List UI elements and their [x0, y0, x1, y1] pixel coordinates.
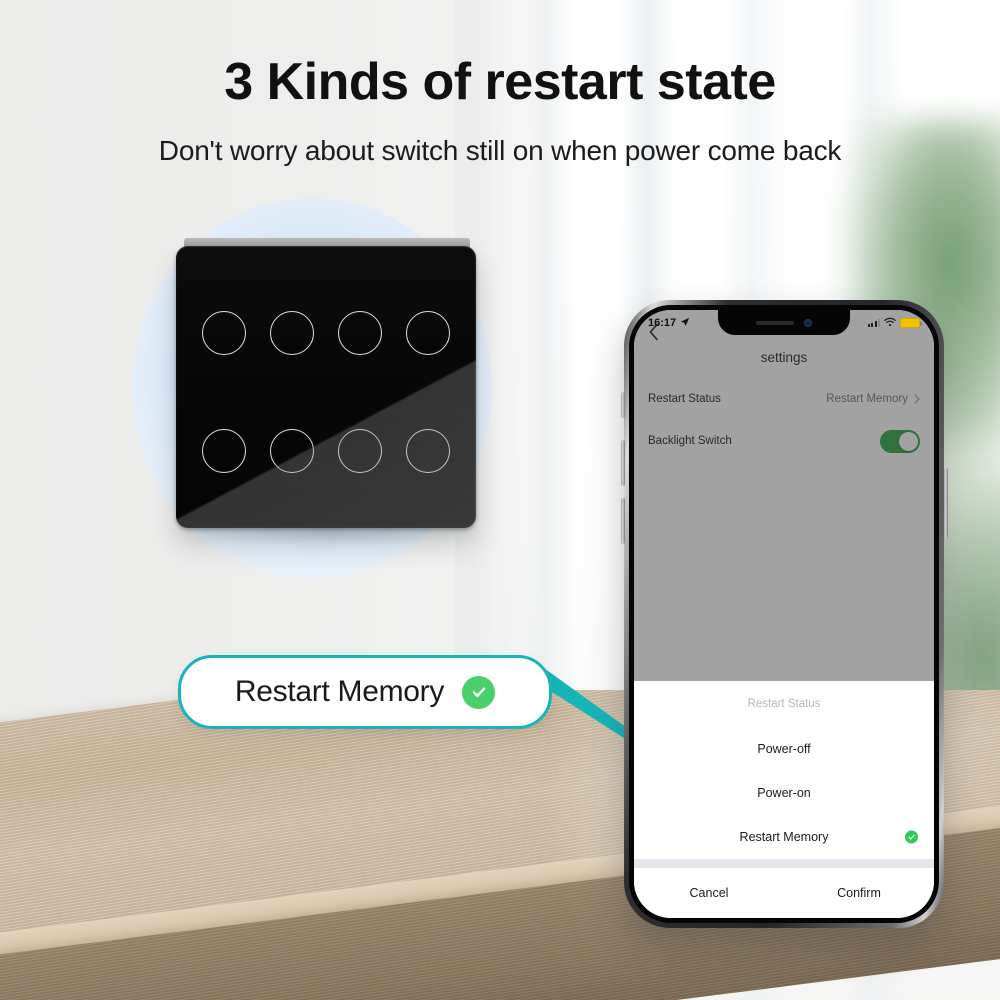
- action-sheet-buttons: Cancel Confirm: [634, 868, 934, 918]
- status-bar-right: [867, 317, 922, 330]
- touch-switch-panel: [176, 238, 476, 528]
- phone-volume-up-button[interactable]: [620, 440, 625, 486]
- page-subtitle: Don't worry about switch still on when p…: [158, 135, 842, 166]
- smartphone-mockup: 16:17 settings Restart Status Restart Me…: [620, 300, 948, 928]
- battery-low-power-icon: [900, 318, 922, 328]
- switch-glass-body: [176, 246, 476, 528]
- earpiece-speaker-icon: [756, 320, 794, 325]
- restart-memory-callout: Restart Memory: [178, 655, 552, 729]
- option-label: Power-off: [757, 742, 811, 756]
- phone-screen: 16:17 settings Restart Status Restart Me…: [634, 310, 934, 918]
- selected-check-icon: [905, 830, 918, 844]
- action-sheet: Restart Status Power-off Power-on Restar…: [634, 681, 934, 918]
- phone-notch: [718, 310, 850, 335]
- switch-edge-highlight: [176, 246, 476, 528]
- location-arrow-icon: [680, 317, 690, 330]
- phone-power-button[interactable]: [943, 468, 948, 538]
- status-bar-left: 16:17: [648, 317, 690, 330]
- wifi-icon: [884, 317, 896, 330]
- marketing-banner: 3 Kinds of restart state Don't worry abo…: [0, 0, 1000, 1000]
- phone-mute-switch[interactable]: [621, 392, 625, 418]
- app-screen: 16:17 settings Restart Status Restart Me…: [634, 310, 934, 918]
- action-sheet-divider: [634, 859, 934, 868]
- action-sheet-option-power-off[interactable]: Power-off: [634, 727, 934, 771]
- callout-label: Restart Memory: [234, 675, 445, 708]
- cancel-button[interactable]: Cancel: [634, 886, 784, 900]
- action-sheet-option-restart-memory[interactable]: Restart Memory: [634, 815, 934, 859]
- page-title: 3 Kinds of restart state: [224, 53, 776, 111]
- confirm-button[interactable]: Confirm: [784, 886, 934, 900]
- option-label: Power-on: [757, 786, 811, 800]
- front-camera-icon: [804, 318, 812, 327]
- check-circle-icon: [462, 675, 496, 709]
- action-sheet-title: Restart Status: [747, 698, 821, 710]
- phone-volume-down-button[interactable]: [620, 498, 625, 544]
- status-bar-time: 16:17: [648, 317, 677, 329]
- option-label: Restart Memory: [739, 830, 829, 844]
- action-sheet-option-power-on[interactable]: Power-on: [634, 771, 934, 815]
- modal-dim-overlay[interactable]: [634, 310, 934, 688]
- cellular-signal-icon: [867, 319, 880, 327]
